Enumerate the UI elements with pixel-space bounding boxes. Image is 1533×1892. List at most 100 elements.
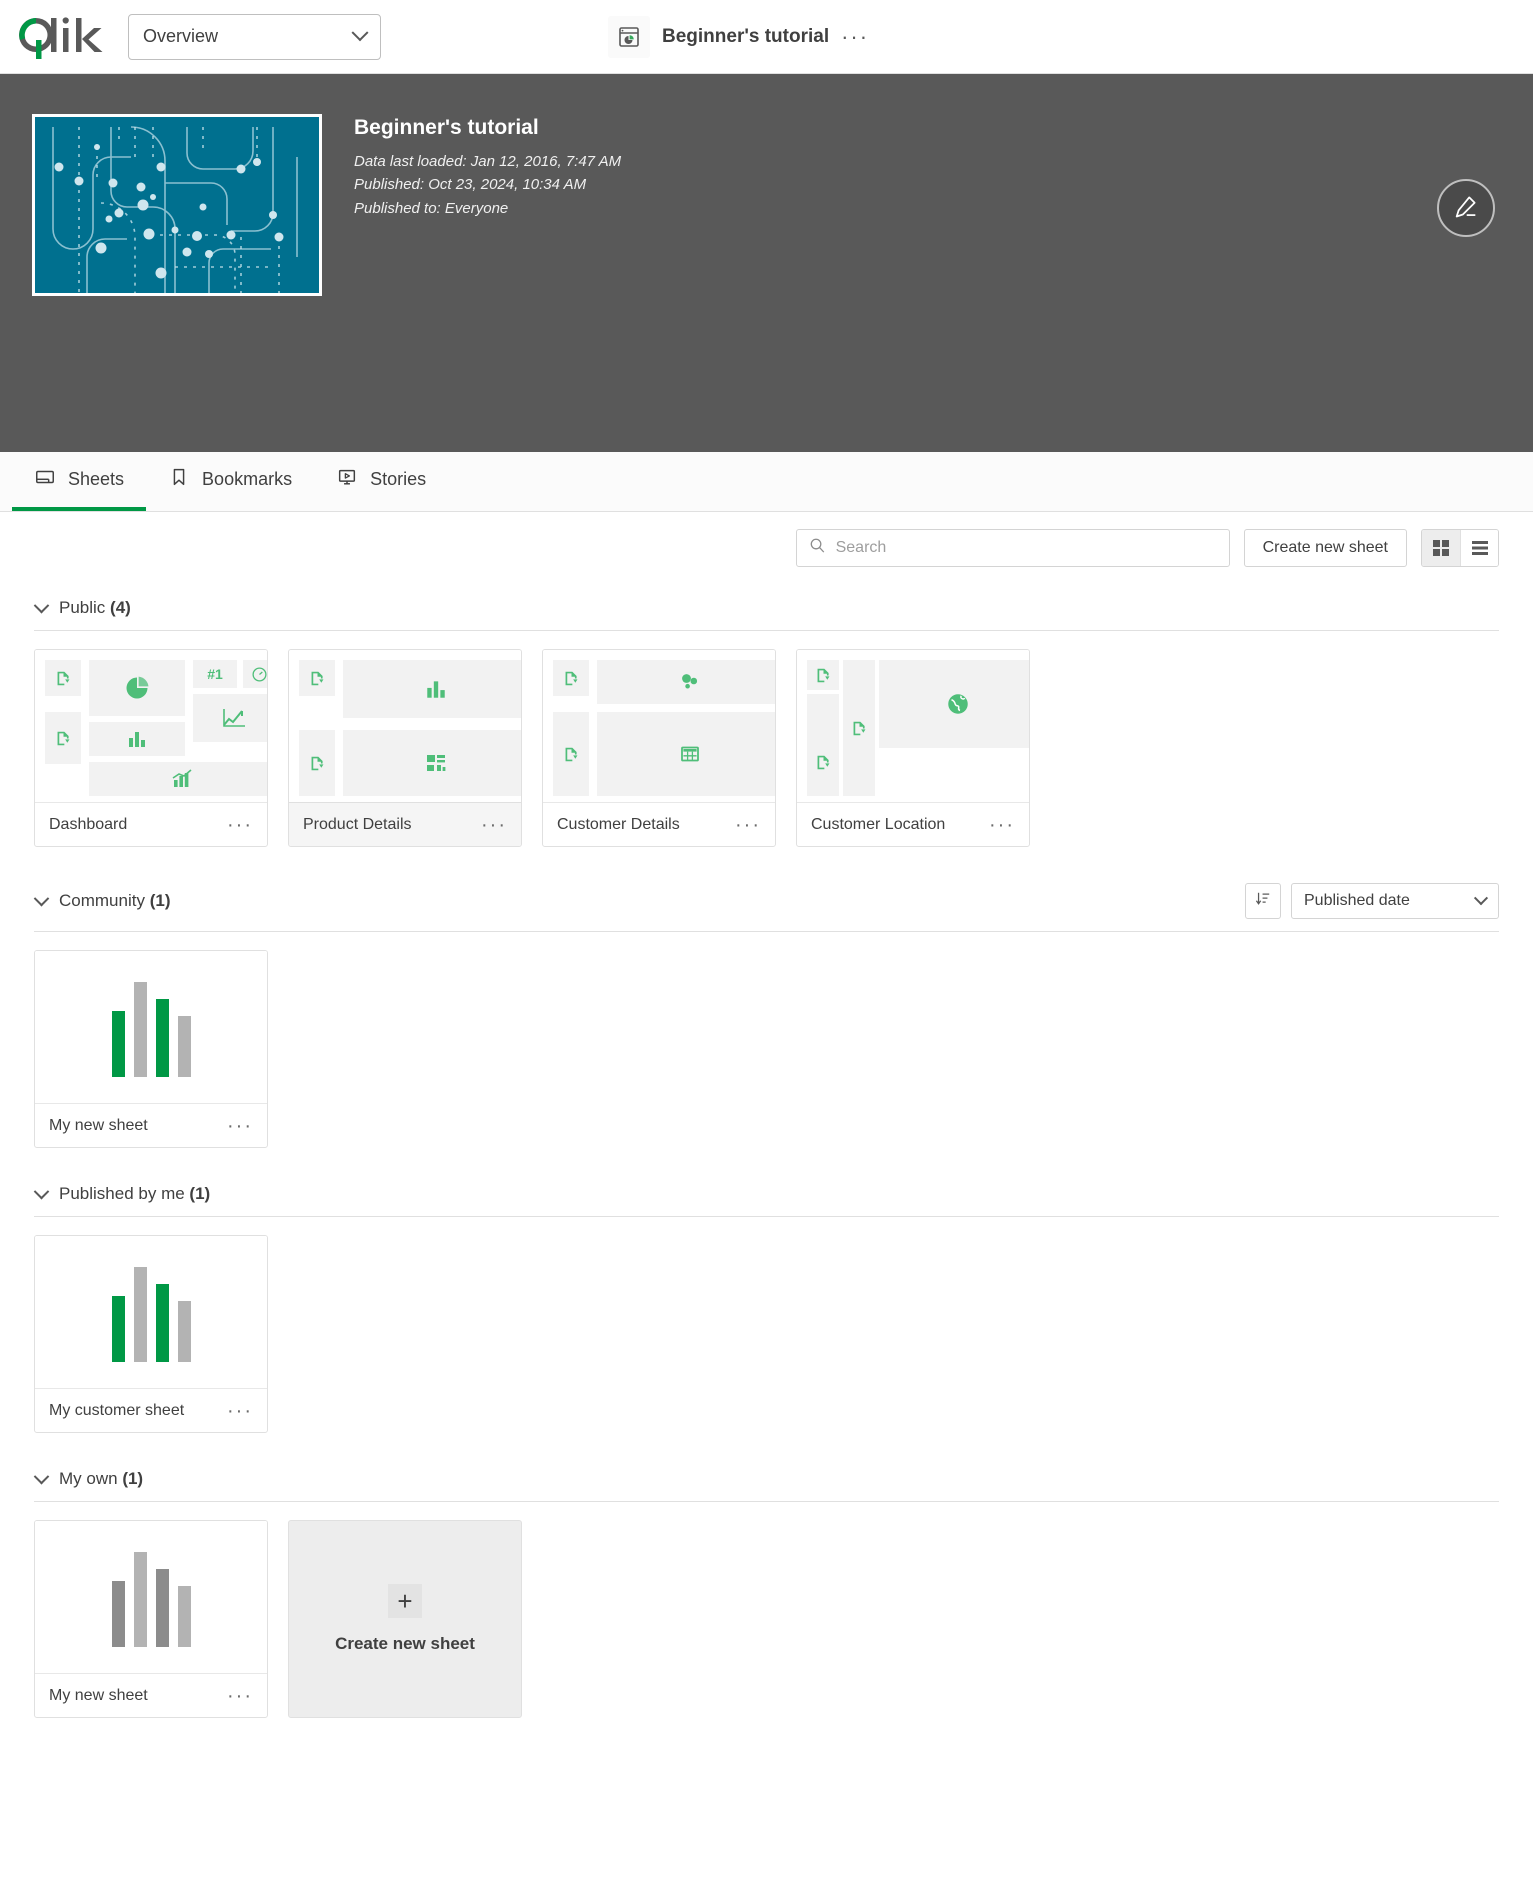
sheet-thumbnail xyxy=(35,1521,267,1673)
create-new-sheet-button[interactable]: Create new sheet xyxy=(1244,529,1407,567)
tab-label: Bookmarks xyxy=(202,469,292,490)
published-date: Published: Oct 23, 2024, 10:34 AM xyxy=(354,173,621,196)
sheet-more-button[interactable]: ··· xyxy=(481,815,507,835)
story-icon xyxy=(336,466,358,493)
bookmark-icon xyxy=(168,466,190,493)
section-count: (4) xyxy=(110,598,131,617)
sheet-card-footer: Customer Location ··· xyxy=(797,802,1029,846)
sheet-more-button[interactable]: ··· xyxy=(227,1686,253,1706)
sheet-card[interactable]: #1 xyxy=(34,649,268,847)
grid-view-icon[interactable] xyxy=(1422,530,1460,566)
section-toggle-public[interactable]: Public (4) xyxy=(34,598,131,618)
sheet-title: My new sheet xyxy=(49,1687,148,1705)
section-header: Community (1) xyxy=(34,869,1499,931)
published-to: Published to: Everyone xyxy=(354,197,621,220)
sheet-card-footer: Customer Details ··· xyxy=(543,802,775,846)
sheets-content: Public (4) #1 xyxy=(0,584,1533,1740)
sheet-card[interactable]: My new sheet ··· xyxy=(34,1520,268,1718)
sheet-grid-public: #1 xyxy=(34,631,1499,869)
edit-app-button[interactable] xyxy=(1437,179,1495,237)
section-community: Community (1) xyxy=(34,869,1499,1170)
app-info: Beginner's tutorial Data last loaded: Ja… xyxy=(354,114,621,452)
tab-bookmarks[interactable]: Bookmarks xyxy=(146,452,314,511)
search-input[interactable] xyxy=(836,539,1217,557)
sheet-more-button[interactable]: ··· xyxy=(735,815,761,835)
data-last-loaded: Data last loaded: Jan 12, 2016, 7:47 AM xyxy=(354,150,621,173)
space-selector[interactable]: Overview xyxy=(128,14,381,60)
sheet-card[interactable]: My customer sheet ··· xyxy=(34,1235,268,1433)
section-header: Public (4) xyxy=(34,584,1499,630)
qlik-logo[interactable] xyxy=(16,12,112,62)
pencil-icon xyxy=(1452,192,1480,225)
section-toggle-published-by-me[interactable]: Published by me (1) xyxy=(34,1184,210,1204)
app-thumbnail xyxy=(32,114,322,296)
topbar-more-button[interactable]: ··· xyxy=(841,26,869,48)
sheet-card[interactable]: Customer Details ··· xyxy=(542,649,776,847)
sheet-thumbnail xyxy=(35,951,267,1103)
section-count: (1) xyxy=(122,1469,143,1488)
sheet-thumbnail: #1 xyxy=(35,650,267,802)
section-toggle-community[interactable]: Community (1) xyxy=(34,891,170,911)
sort-field-select[interactable]: Published date xyxy=(1291,883,1499,919)
sheet-grid-published-by-me: My customer sheet ··· xyxy=(34,1217,1499,1455)
bar-chart-preview xyxy=(112,977,191,1077)
sheet-card[interactable]: Customer Location ··· xyxy=(796,649,1030,847)
sort-controls: Published date xyxy=(1245,883,1499,919)
sheet-card-footer: Dashboard ··· xyxy=(35,802,267,846)
sheet-grid-community: My new sheet ··· xyxy=(34,932,1499,1170)
sheet-icon xyxy=(34,466,56,493)
sheets-toolbar: Create new sheet xyxy=(0,512,1533,584)
sheet-thumbnail xyxy=(35,1236,267,1388)
sheet-title: Product Details xyxy=(303,816,412,834)
sort-descending-icon xyxy=(1255,891,1271,912)
sheet-more-button[interactable]: ··· xyxy=(227,1401,253,1421)
search-box[interactable] xyxy=(796,529,1230,567)
sheet-title: Customer Location xyxy=(811,816,945,834)
content-tabs: Sheets Bookmarks Stories xyxy=(0,452,1533,512)
section-title: Published by me xyxy=(59,1184,185,1203)
sheet-grid-my-own: My new sheet ··· + Create new sheet xyxy=(34,1502,1499,1740)
chevron-down-icon xyxy=(1474,891,1488,905)
tab-label: Sheets xyxy=(68,469,124,490)
tab-sheets[interactable]: Sheets xyxy=(12,452,146,511)
sort-field-value: Published date xyxy=(1304,892,1410,910)
section-count: (1) xyxy=(150,891,171,910)
sheet-more-button[interactable]: ··· xyxy=(227,815,253,835)
sheet-thumbnail xyxy=(797,650,1029,802)
list-view-icon[interactable] xyxy=(1460,530,1498,566)
sheet-title: Customer Details xyxy=(557,816,680,834)
app-hero: Beginner's tutorial Data last loaded: Ja… xyxy=(0,74,1533,452)
chevron-down-icon xyxy=(34,1183,50,1199)
tab-stories[interactable]: Stories xyxy=(314,452,448,511)
top-bar: Overview Beginner's tutorial ··· xyxy=(0,0,1533,74)
chevron-down-icon xyxy=(34,1468,50,1484)
view-toggle xyxy=(1421,529,1499,567)
section-count: (1) xyxy=(189,1184,210,1203)
sheet-card[interactable]: Product Details ··· xyxy=(288,649,522,847)
section-published-by-me: Published by me (1) My customer sheet xyxy=(34,1170,1499,1455)
create-new-sheet-tile[interactable]: + Create new sheet xyxy=(288,1520,522,1718)
section-header: My own (1) xyxy=(34,1455,1499,1501)
search-icon xyxy=(809,537,826,559)
topbar-app-title: Beginner's tutorial xyxy=(662,26,829,48)
tab-label: Stories xyxy=(370,469,426,490)
section-header: Published by me (1) xyxy=(34,1170,1499,1216)
sheet-title: Dashboard xyxy=(49,816,127,834)
section-title: Public xyxy=(59,598,105,617)
chevron-down-icon xyxy=(34,597,50,613)
sheet-more-button[interactable]: ··· xyxy=(989,815,1015,835)
topbar-app-group: Beginner's tutorial ··· xyxy=(608,16,869,58)
section-public: Public (4) #1 xyxy=(34,584,1499,869)
create-new-sheet-label: Create new sheet xyxy=(335,1634,475,1654)
chevron-down-icon xyxy=(34,890,50,906)
sheet-thumbnail xyxy=(289,650,521,802)
sort-direction-button[interactable] xyxy=(1245,883,1281,919)
bar-chart-preview xyxy=(112,1262,191,1362)
space-selector-value: Overview xyxy=(143,26,218,47)
section-toggle-my-own[interactable]: My own (1) xyxy=(34,1469,143,1489)
app-title: Beginner's tutorial xyxy=(354,116,621,140)
section-title: Community xyxy=(59,891,145,910)
chevron-down-icon xyxy=(352,24,369,41)
sheet-more-button[interactable]: ··· xyxy=(227,1116,253,1136)
sheet-card[interactable]: My new sheet ··· xyxy=(34,950,268,1148)
